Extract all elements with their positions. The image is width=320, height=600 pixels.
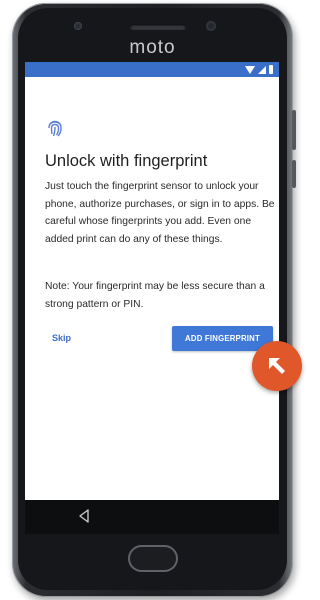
status-bar	[25, 62, 279, 77]
front-camera-icon	[206, 21, 216, 31]
home-button[interactable]	[128, 545, 178, 572]
sensor-icon	[74, 22, 82, 30]
battery-icon	[269, 65, 273, 74]
earpiece-speaker	[130, 24, 186, 30]
power-button	[292, 160, 296, 188]
fingerprint-icon	[48, 120, 62, 137]
wifi-icon	[245, 65, 255, 74]
volume-button	[292, 110, 296, 150]
page-title: Unlock with fingerprint	[45, 152, 208, 170]
arrow-up-left-icon	[269, 358, 285, 374]
cursor-badge	[252, 341, 302, 391]
description-text: Just touch the fingerprint sensor to unl…	[45, 181, 275, 245]
navigation-bar	[25, 500, 279, 534]
note-text: Note: Your fingerprint may be less secur…	[45, 281, 265, 310]
back-triangle-icon[interactable]	[78, 509, 90, 523]
phone-screen: Unlock with fingerprint Just touch the f…	[25, 62, 279, 500]
add-fingerprint-button[interactable]: ADD FINGERPRINT	[172, 326, 273, 351]
signal-icon	[258, 65, 266, 74]
status-icons	[245, 65, 273, 74]
skip-button[interactable]: Skip	[52, 333, 71, 343]
brand-logo: moto	[129, 37, 176, 58]
